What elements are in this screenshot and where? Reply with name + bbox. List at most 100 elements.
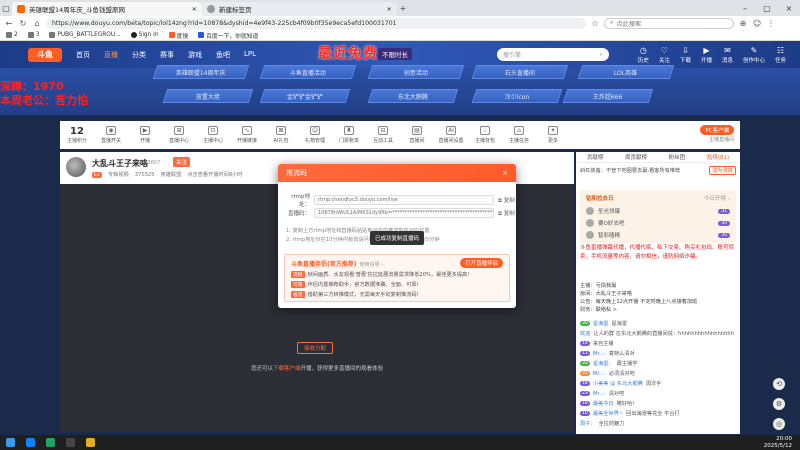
category-tile[interactable]: 金铲铲金铲铲 [259,89,351,103]
tool-item[interactable]: ◉ 直播开关 [94,126,128,144]
copy-code-button[interactable]: ⧉ 复制 [498,209,515,218]
chat-message[interactable]: 10 最美全世界~ 回出海道等花全 平台打 [580,410,736,417]
category-tile[interactable]: 创意活动 [367,65,465,79]
chat-message[interactable]: 欢迎 让人的群 在东北大鹅腾的直播间说：hhhhhhhhhhhhhhhhh [580,330,736,337]
close-window-icon[interactable]: × [778,0,800,16]
nav-item[interactable]: LPL [244,50,256,60]
chat-message[interactable]: 14 来自主播 [580,340,736,347]
tool-item[interactable]: ✦ 更多 [536,126,570,144]
download-client-link[interactable]: 下载客户端 [273,366,301,372]
tool-item[interactable]: AI 直播间设置 [434,126,468,144]
tool-item[interactable]: ▶ 开播 [128,126,162,144]
tool-item[interactable]: ♜ 门票账单 [332,126,366,144]
category-tile[interactable]: 斗鱼直播活动 [259,65,357,79]
rtmp-address-field[interactable]: rtmp://sendtvc3.douyu.com/live [314,195,494,205]
tool-item[interactable]: ∿ 开播链接 [230,126,264,144]
profile-icon[interactable]: ☺ [752,19,762,28]
chat-message[interactable]: 11 Mr...: 真特么清对 [580,350,736,357]
nav-item[interactable]: 首页 [76,50,90,60]
category-tile[interactable]: 英雄联盟14周年庆 [152,65,250,79]
header-icon-2[interactable]: ⇩ 下载 [680,46,691,64]
nav-item[interactable]: 赛事 [160,50,174,60]
chat-username[interactable]: 周子： [580,420,596,427]
tool-item[interactable]: ♤ 主播背包 [468,126,502,144]
back-icon[interactable]: ← [4,19,14,28]
chat-username[interactable]: 最美全世界~ [593,410,623,417]
header-icon-3[interactable]: ▶ 开播 [701,46,712,64]
search-icon[interactable]: ⌕ [600,51,603,59]
browser-tab-active[interactable]: 英雄联盟14周年庆_斗鱼钱盟原网 × [12,2,202,16]
douyu-logo[interactable]: 斗鱼 [28,47,62,62]
room-meta-item[interactable]: 点击查看开播时间8小时 [187,171,242,178]
room-meta-item[interactable]: 专辑视频 [108,171,129,178]
chat-message[interactable]: 30 星海雷 星海雷 [580,320,736,327]
star-icon[interactable]: ☆ [590,19,600,28]
maximize-icon[interactable]: ▢ [756,0,778,16]
windows-start-icon[interactable] [0,438,20,447]
close-tab-icon[interactable]: × [192,5,197,13]
promo-banner-text[interactable]: 最近免费 [318,43,378,63]
taskbar-app-icon[interactable] [20,438,40,447]
chat-username[interactable]: 欢迎 [580,330,590,337]
rank-tab[interactable]: 贴榜(81) [707,153,729,161]
bookmark-item[interactable]: 百度一下，你就知道 [198,31,258,40]
chat-username[interactable]: Mr...: [593,371,606,377]
site-search-input[interactable]: 搜引擎 ⌕ [497,48,609,61]
category-tile[interactable]: 冷少lcon [471,89,563,103]
rank-tab[interactable]: 周贡献榜 [625,153,647,161]
become-noble-button[interactable]: 成为贵族 [709,166,736,175]
tool-item[interactable]: ▤ 直播间 [400,126,434,144]
floating-tool-icon[interactable]: ◎ [773,418,785,430]
header-icon-6[interactable]: ☷ 任务 [775,46,786,64]
bookmark-folder[interactable]: 2 [6,32,18,38]
chat-message[interactable]: 23 Mr...: 清对吧 [580,390,736,397]
open-live-button[interactable]: 接收分配 [297,342,333,354]
chat-username[interactable]: 小美美 @ 东北大鹅腾 [593,380,643,387]
nav-item[interactable]: 鱼吧 [216,50,230,60]
pc-client-button[interactable]: PC客户端 [700,125,734,135]
bookmark-item[interactable]: PUBG_BATTLEGROU... [49,32,121,38]
menu-icon[interactable]: ⋮ [766,19,776,28]
rank-tab[interactable]: 粉丝团 [669,153,686,161]
chat-username[interactable]: Mr...: [593,351,606,357]
category-tile[interactable]: 放置大佬 [162,89,254,103]
tool-item[interactable]: ⊠ AI礼包 [264,126,298,144]
tool-item[interactable]: ☺ 礼物管理 [298,126,332,144]
tool-item[interactable]: ⊟ 互动工具 [366,126,400,144]
copy-rtmp-button[interactable]: ⧉ 复制 [498,196,515,205]
usage-link[interactable]: 使用说明 › [360,262,384,268]
header-icon-1[interactable]: ♡ 关注 [659,46,670,64]
extensions-icon[interactable]: ⊕ [738,19,748,28]
nav-item[interactable]: 直播 [104,50,118,60]
category-tile[interactable]: LOL英雄 [577,65,675,79]
chat-message[interactable]: 18 最美今日 嗷好哈! [580,400,736,407]
taskbar-app-icon[interactable] [40,438,60,447]
browser-search-input[interactable]: ⌕ 点此搜索 [604,17,734,29]
close-icon[interactable]: × [502,169,508,177]
category-tile[interactable]: 石头直播间 [471,65,569,79]
floating-tool-icon[interactable]: ⟲ [773,378,785,390]
open-companion-button[interactable]: 打开直播伴侣 [459,258,503,268]
chat-username[interactable]: Mr...: [593,391,606,397]
minimize-icon[interactable]: – [734,0,756,16]
chat-username[interactable]: 星海雷： [593,360,614,367]
room-meta-item[interactable]: 英雄联盟 [161,171,182,178]
follow-button[interactable]: 关注 [173,157,191,167]
new-tab-icon[interactable]: + [397,2,409,14]
system-clock[interactable]: 20:00 2025/5/12 [764,436,792,449]
rank-more-link[interactable]: 今日开榜 › [704,194,730,202]
stream-code-field[interactable]: 10878nWiUL1A/MK31dy9ftb=****************… [314,208,494,218]
chat-username[interactable]: 最美今日 [593,400,614,407]
rank-row[interactable]: 智彩磕粮 30 [586,229,730,241]
taskbar-app-icon[interactable] [60,438,80,447]
taskbar-app-icon[interactable] [80,438,100,447]
url-field[interactable]: https://www.douyu.com/beta/topic/lol14zn… [46,17,586,29]
header-icon-5[interactable]: ✎ 创作中心 [743,46,765,64]
chat-message[interactable]: 周子： 全拉的魅力 [580,420,736,427]
tool-item[interactable]: ⌂ 主播任务 [502,126,536,144]
window-menu-icon[interactable]: ▢ [0,2,12,14]
bookmark-item[interactable]: 度搜 [168,31,188,40]
header-icon-0[interactable]: ◷ 历史 [638,46,649,64]
category-tile[interactable]: 王炸超666 [562,89,654,103]
nav-item[interactable]: 游戏 [188,50,202,60]
